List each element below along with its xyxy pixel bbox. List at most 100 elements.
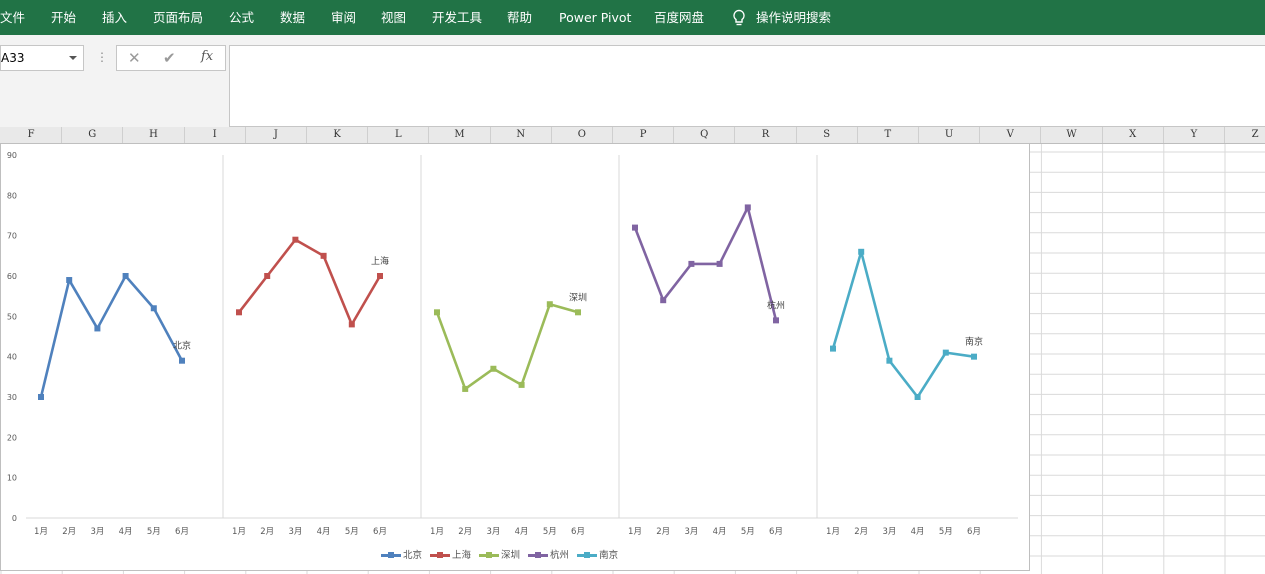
tab-help[interactable]: 帮助 xyxy=(507,0,532,35)
tab-insert[interactable]: 插入 xyxy=(102,0,127,35)
tab-file[interactable]: 文件 xyxy=(0,0,25,35)
legend-item[interactable]: 深圳 xyxy=(479,547,520,561)
column-header[interactable]: I xyxy=(185,127,246,143)
x-tick-label: 6月 xyxy=(967,527,981,537)
formula-buttons: ✕ ✔ fx xyxy=(116,45,226,71)
legend-label: 上海 xyxy=(452,550,472,561)
x-tick-label: 4月 xyxy=(911,527,925,537)
y-tick-label: 0 xyxy=(12,514,17,523)
column-header[interactable]: Z xyxy=(1225,127,1265,143)
legend-item[interactable]: 上海 xyxy=(430,547,471,561)
column-header[interactable]: V xyxy=(980,127,1042,143)
data-point xyxy=(575,309,581,316)
x-tick-label: 1月 xyxy=(430,527,444,537)
column-header[interactable]: G xyxy=(62,127,124,143)
lightbulb-icon xyxy=(733,9,745,26)
series-line-2 xyxy=(237,238,382,326)
y-tick-label: 90 xyxy=(7,151,17,160)
x-tick-label: 5月 xyxy=(147,527,161,537)
cancel-icon[interactable]: ✕ xyxy=(128,49,141,67)
y-tick-label: 40 xyxy=(7,353,17,362)
column-header[interactable]: S xyxy=(797,127,858,143)
column-header[interactable]: N xyxy=(491,127,552,143)
column-header[interactable]: O xyxy=(552,127,613,143)
column-header[interactable]: Y xyxy=(1164,127,1225,143)
data-point xyxy=(150,305,157,312)
legend-label: 南京 xyxy=(599,550,619,561)
legend-item[interactable]: 杭州 xyxy=(528,547,569,561)
x-tick-label: 6月 xyxy=(571,527,585,537)
tell-me-search[interactable]: 操作说明搜索 xyxy=(756,0,831,35)
x-tick-label: 2月 xyxy=(458,527,472,537)
enter-icon[interactable]: ✔ xyxy=(163,49,176,67)
data-point xyxy=(179,357,185,364)
data-point xyxy=(632,224,638,231)
formula-bar-area: A33 ⋮ ✕ ✔ fx xyxy=(0,35,1265,127)
column-header[interactable]: K xyxy=(307,127,369,143)
data-point xyxy=(348,321,355,328)
legend-label: 北京 xyxy=(403,550,423,561)
data-point xyxy=(744,204,751,211)
column-header[interactable]: W xyxy=(1041,127,1103,143)
data-point xyxy=(886,357,893,364)
series-line-3 xyxy=(435,302,579,391)
column-header[interactable]: T xyxy=(858,127,919,143)
tab-baidu-netdisk[interactable]: 百度网盘 xyxy=(654,0,704,35)
column-header-row: FGHIJKLMNOPQRSTUVWXYZ xyxy=(0,127,1265,144)
data-point xyxy=(858,248,865,255)
legend-swatch xyxy=(381,552,401,558)
x-tick-label: 3月 xyxy=(486,527,500,537)
data-point xyxy=(914,394,921,400)
tab-home[interactable]: 开始 xyxy=(51,0,76,35)
x-tick-label: 6月 xyxy=(175,527,189,537)
data-point xyxy=(942,349,949,356)
tab-formulas[interactable]: 公式 xyxy=(229,0,254,35)
chart-legend: 北京 上海 深圳 杭州 南京 xyxy=(381,547,626,561)
x-tick-label: 4月 xyxy=(317,527,331,537)
data-point xyxy=(264,273,271,279)
data-point xyxy=(462,385,469,392)
column-header[interactable]: X xyxy=(1103,127,1164,143)
column-header[interactable]: M xyxy=(429,127,491,143)
legend-item[interactable]: 南京 xyxy=(577,547,618,561)
data-point xyxy=(38,394,44,400)
splitter-handle[interactable]: ⋮ xyxy=(96,49,108,65)
name-box[interactable]: A33 xyxy=(0,45,84,71)
legend-label: 杭州 xyxy=(550,550,570,561)
line-chart[interactable]: 0 10 20 30 40 50 60 70 80 90 1月 2月 3月 4月 5月 6月 北京 1月 2月 3月 4… xyxy=(0,143,1030,571)
data-point xyxy=(377,273,383,279)
data-point xyxy=(320,252,327,259)
y-tick-label: 60 xyxy=(7,272,17,281)
column-header[interactable]: R xyxy=(735,127,797,143)
x-tick-label: 3月 xyxy=(90,527,104,537)
column-header[interactable]: H xyxy=(123,127,185,143)
legend-swatch xyxy=(430,552,451,558)
tab-page-layout[interactable]: 页面布局 xyxy=(153,0,203,35)
formula-input[interactable] xyxy=(229,45,1265,127)
tab-view[interactable]: 视图 xyxy=(381,0,406,35)
x-tick-label: 2月 xyxy=(260,527,274,537)
column-header[interactable]: Q xyxy=(674,127,736,143)
column-header[interactable]: F xyxy=(1,127,63,143)
column-header[interactable]: J xyxy=(246,127,307,143)
data-point xyxy=(66,277,73,284)
series-data-label: 杭州 xyxy=(767,299,785,311)
chevron-down-icon[interactable] xyxy=(69,56,77,60)
legend-item[interactable]: 北京 xyxy=(381,547,422,561)
column-header[interactable]: P xyxy=(613,127,675,143)
tab-power-pivot[interactable]: Power Pivot xyxy=(559,0,631,35)
x-tick-label: 6月 xyxy=(373,527,387,537)
tab-developer[interactable]: 开发工具 xyxy=(432,0,482,35)
insert-function-icon[interactable]: fx xyxy=(201,49,213,64)
tab-review[interactable]: 审阅 xyxy=(331,0,356,35)
x-tick-label: 5月 xyxy=(345,527,359,537)
data-point xyxy=(292,236,299,243)
column-header[interactable]: L xyxy=(368,127,430,143)
x-tick-label: 6月 xyxy=(769,527,783,537)
x-tick-label: 1月 xyxy=(826,527,840,537)
data-point xyxy=(546,301,553,308)
column-header[interactable]: U xyxy=(919,127,981,143)
data-point xyxy=(518,381,525,388)
data-point xyxy=(236,309,242,316)
tab-data[interactable]: 数据 xyxy=(280,0,305,35)
